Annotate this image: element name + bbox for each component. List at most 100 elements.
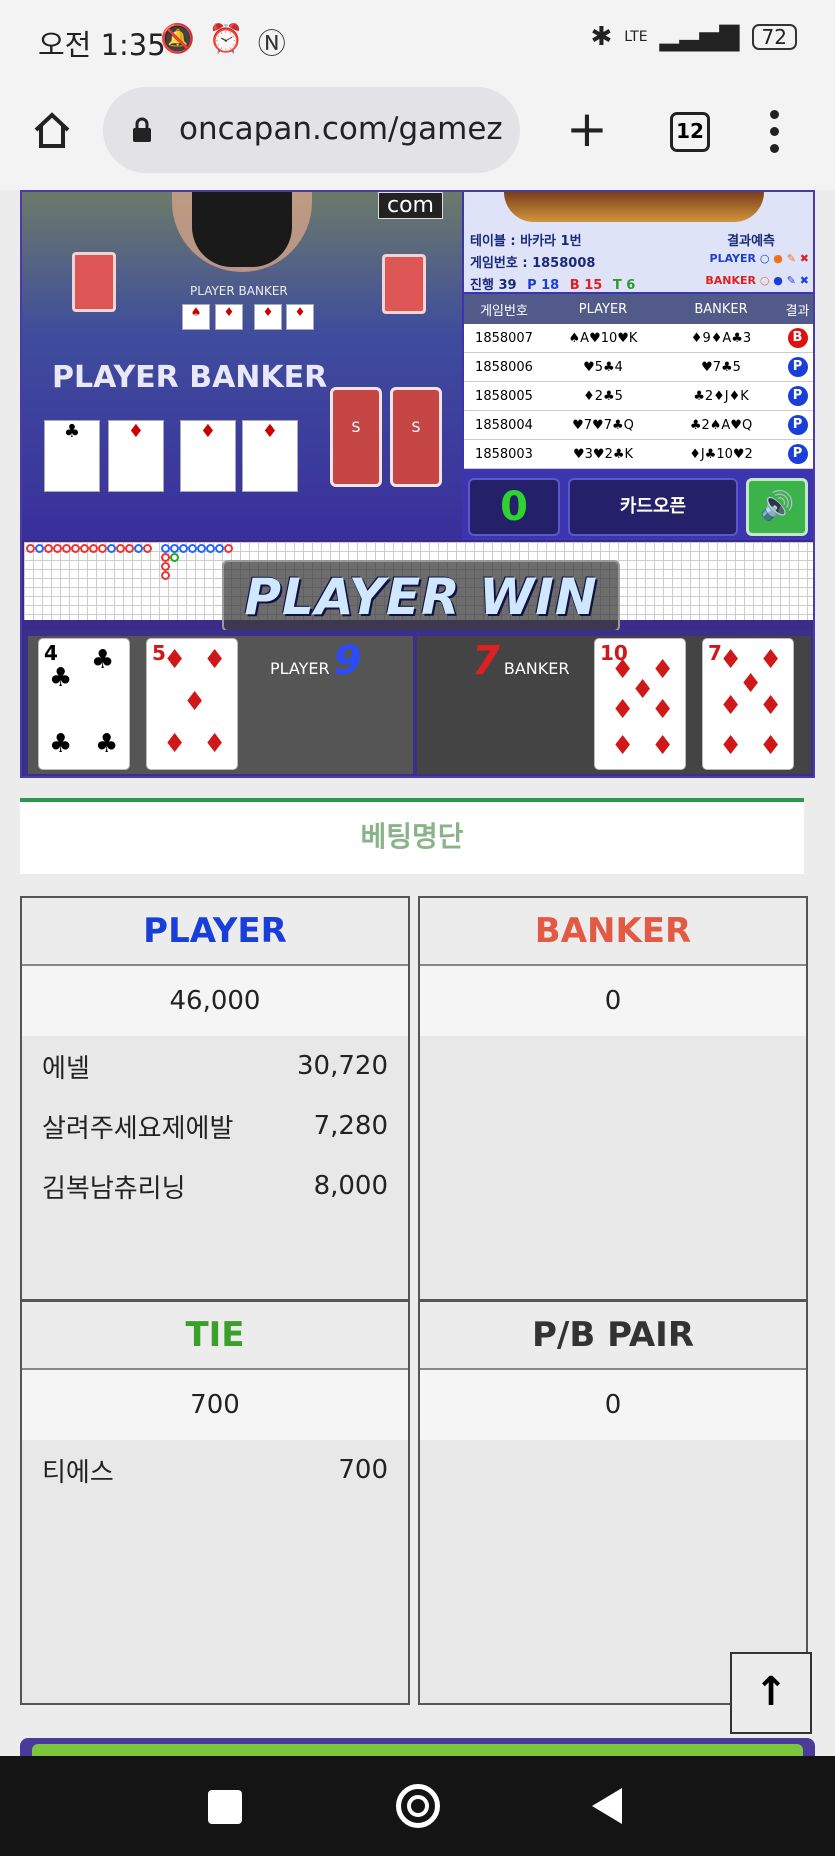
- home-icon[interactable]: [30, 108, 74, 152]
- road-dot: [224, 544, 233, 553]
- video-card: ♦: [242, 420, 298, 492]
- status-bar: 오전 1:35 🔕 ⏰ Ⓝ ✱ LTE ▂▃▅▇ 72: [0, 0, 835, 80]
- history-no: 1858005: [475, 388, 533, 404]
- table-card: ♠: [182, 304, 210, 330]
- mute-icon: 🔕: [160, 22, 195, 55]
- history-player: ♦2♣5: [583, 388, 623, 404]
- history-banker: ♦J♣10♥2: [689, 446, 753, 462]
- card-suit: ♦: [759, 691, 783, 721]
- more-menu-icon[interactable]: [770, 110, 780, 158]
- card-shoe: [72, 252, 116, 312]
- result-badge: B: [787, 328, 808, 348]
- banker-score-label: BANKER: [503, 659, 570, 678]
- info-side-panel: 테이블 : 바카라 1번 결과예측 게임번호 : 1858008 PLAYER …: [462, 192, 813, 540]
- bet-row: 티에스 700: [22, 1440, 408, 1500]
- game-number: 게임번호 : 1858008: [470, 256, 596, 271]
- player-score: PLAYER 9: [270, 638, 361, 684]
- road-dot: [26, 544, 35, 553]
- bet-box-pair: P/B PAIR 0: [418, 1300, 808, 1705]
- banker-card: 7 ♦ ♦ ♦ ♦ ♦ ♦ ♦: [702, 638, 794, 770]
- card-suit: ♦: [611, 731, 635, 761]
- video-card: ♣: [44, 420, 100, 492]
- bet-total: 700: [22, 1370, 408, 1440]
- tie-count: T 6: [612, 278, 636, 293]
- history-col-player: PLAYER: [578, 301, 628, 317]
- player-score-value: 9: [333, 638, 362, 684]
- progress-stats: 진행 39 P 18 B 15 T 6: [470, 274, 635, 293]
- result-badge: P: [787, 357, 808, 377]
- bet-box-tie: TIE 700 티에스 700: [20, 1300, 410, 1705]
- bottom-action-bar[interactable]: [20, 1738, 815, 1756]
- result-panel: 4 ♣ ♣ ♣ ♣ 5 ♦ ♦ ♦ ♦ ♦ PLAYER 9 7 BANKER 10…: [22, 630, 813, 776]
- bet-amount: 7,280: [313, 1111, 388, 1141]
- card-suit: ♦: [203, 729, 227, 759]
- card-suit: ♦: [611, 695, 635, 725]
- betting-list-title: 베팅명단: [20, 798, 804, 874]
- table-mark: PLAYER BANKER: [190, 284, 288, 298]
- bet-box-title: P/B PAIR: [420, 1302, 806, 1370]
- card-suit: ♦: [163, 729, 187, 759]
- system-nav-bar: [0, 1756, 835, 1856]
- card-suit: ♣: [91, 645, 115, 675]
- bet-total: 46,000: [22, 966, 408, 1036]
- road-dot: [197, 544, 206, 553]
- card-suit: ♣: [49, 729, 73, 759]
- lock-icon: [133, 117, 151, 142]
- road-dot: [161, 571, 170, 580]
- bet-row: 김복남츄리닝 8,000: [22, 1156, 408, 1216]
- dealer-dress: [192, 192, 292, 267]
- card-suit: ♦: [759, 645, 783, 675]
- bet-box-player: PLAYER 46,000 에넬 30,720 살려주세요제에발 7,280 김…: [20, 896, 410, 1301]
- player-prediction[interactable]: PLAYER ○ ● ✎ ✖: [710, 252, 809, 265]
- banker-prediction[interactable]: BANKER ○ ● ✎ ✖: [705, 274, 809, 287]
- banker-score-value: 7: [472, 638, 500, 684]
- sound-toggle-button[interactable]: 🔊: [746, 478, 808, 536]
- new-tab-icon[interactable]: +: [566, 104, 608, 154]
- result-badge: P: [787, 386, 808, 406]
- player-card: 4 ♣ ♣ ♣ ♣: [38, 638, 130, 770]
- road-dot: [179, 544, 188, 553]
- result-badge: P: [787, 444, 808, 464]
- tab-switcher-button[interactable]: 12: [670, 112, 710, 152]
- player-count: P 18: [527, 278, 560, 293]
- battery-icon: 72: [751, 24, 797, 50]
- sky-card: S: [330, 387, 382, 487]
- bluetooth-icon: ✱: [590, 22, 613, 52]
- home-nav-icon[interactable]: [396, 1784, 440, 1828]
- road-dot: [116, 544, 125, 553]
- bet-user: 티에스: [42, 1457, 114, 1488]
- back-icon[interactable]: [592, 1788, 622, 1824]
- recents-icon[interactable]: [208, 1790, 242, 1824]
- history-player: ♥5♣4: [583, 359, 623, 375]
- road-dot: [89, 544, 98, 553]
- road-dot: [53, 544, 62, 553]
- sky-card: S: [390, 387, 442, 487]
- address-bar[interactable]: oncapan.com/gamez: [103, 87, 520, 173]
- counter-display: 0: [468, 478, 560, 536]
- progress-count: 진행 39: [470, 278, 517, 293]
- road-dot: [188, 544, 197, 553]
- road-dot: [215, 544, 224, 553]
- banker-card: 10 ♦ ♦ ♦ ♦ ♦ ♦ ♦: [594, 638, 686, 770]
- table-card: ♦: [286, 304, 314, 330]
- road-dot: [206, 544, 215, 553]
- prediction-label: 결과예측: [727, 234, 775, 249]
- history-header: 게임번호 PLAYER BANKER 결과: [464, 294, 813, 324]
- history-row: 1858007 ♠A♥10♥K ♦9♦A♣3 B: [464, 324, 813, 353]
- history-no: 1858004: [475, 417, 533, 433]
- card-open-button[interactable]: 카드오픈: [568, 478, 738, 536]
- history-row: 1858004 ♥7♥7♣Q ♣2♠A♥Q P: [464, 411, 813, 440]
- road-dot: [170, 544, 179, 553]
- history-banker: ♣2♠A♥Q: [689, 417, 753, 433]
- history-col-no: 게임번호: [480, 303, 528, 319]
- bet-user: 김복남츄리닝: [42, 1173, 186, 1204]
- history-table: 게임번호 PLAYER BANKER 결과 1858007 ♠A♥10♥K ♦9…: [464, 294, 813, 469]
- video-card: ♦: [180, 420, 236, 492]
- card-suit: ♦: [719, 691, 743, 721]
- card-suit: ♦: [183, 687, 207, 717]
- banker-score: 7 BANKER: [472, 638, 569, 684]
- game-banner: [504, 192, 764, 222]
- scroll-to-top-button[interactable]: ↑: [730, 1652, 812, 1734]
- card-suit: ♦: [651, 655, 675, 685]
- card-suit: ♦: [759, 731, 783, 761]
